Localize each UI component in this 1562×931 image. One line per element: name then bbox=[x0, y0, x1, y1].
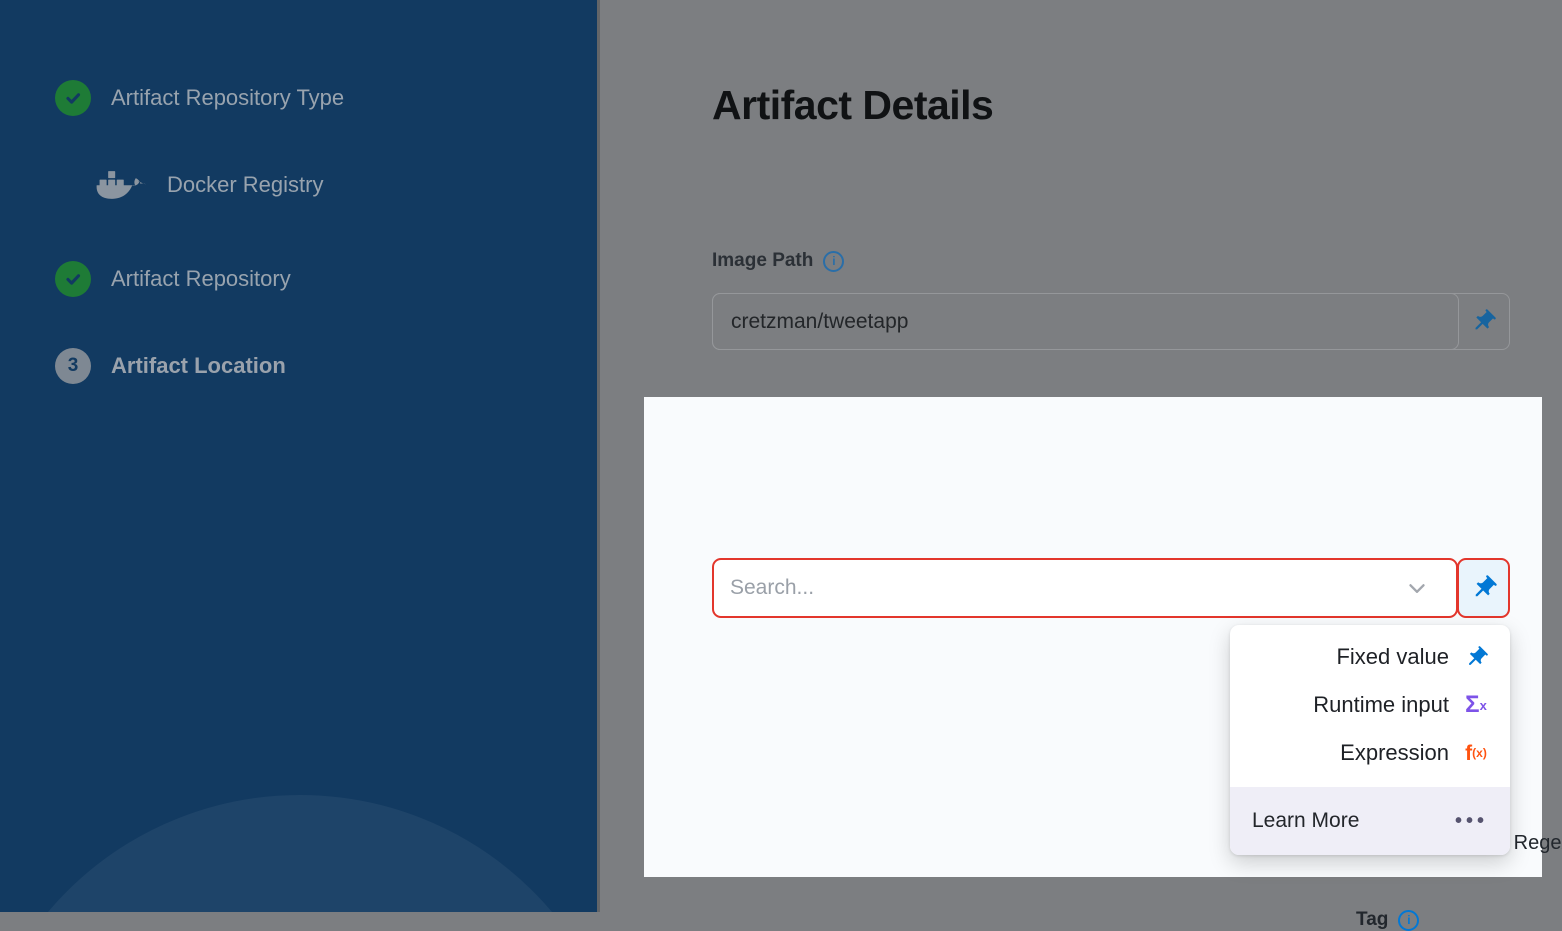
fx-glyph: f bbox=[1465, 743, 1472, 764]
menu-footer: Learn More ••• bbox=[1230, 787, 1510, 855]
image-path-label: Image Path i bbox=[712, 250, 844, 272]
sidebar-substep-docker-registry[interactable]: Docker Registry bbox=[95, 164, 323, 206]
docker-whale-icon bbox=[95, 164, 147, 206]
step-label: Artifact Location bbox=[111, 353, 286, 379]
tag-input-group bbox=[712, 558, 1510, 618]
page-title: Artifact Details bbox=[712, 82, 993, 129]
check-circle-icon bbox=[55, 80, 91, 116]
menu-item-runtime-input[interactable]: Runtime input Σx bbox=[1230, 681, 1510, 729]
menu-items: Fixed value Runtime input Σx Expression … bbox=[1230, 625, 1510, 787]
step-label: Docker Registry bbox=[167, 172, 323, 198]
fx-icon: f(x) bbox=[1462, 743, 1490, 764]
tag-search-input[interactable] bbox=[712, 558, 1458, 618]
sigma-icon: Σx bbox=[1462, 693, 1490, 717]
info-icon[interactable]: i bbox=[823, 251, 844, 272]
pin-icon bbox=[1462, 645, 1490, 670]
chevron-down-icon[interactable] bbox=[1404, 575, 1430, 601]
menu-item-label: Fixed value bbox=[1336, 644, 1449, 670]
wizard-sidebar: Artifact Repository Type Docker Registry… bbox=[0, 0, 597, 912]
pin-icon-button[interactable] bbox=[1457, 558, 1510, 618]
image-path-label-text: Image Path bbox=[712, 250, 813, 272]
info-icon[interactable]: i bbox=[1398, 910, 1419, 931]
pin-icon[interactable] bbox=[1457, 294, 1509, 349]
sidebar-step-artifact-location[interactable]: 3 Artifact Location bbox=[55, 348, 286, 384]
sidebar-divider bbox=[597, 0, 600, 912]
step-label: Artifact Repository Type bbox=[111, 85, 344, 111]
fx-sub: (x) bbox=[1472, 747, 1487, 759]
menu-item-label: Runtime input bbox=[1313, 692, 1449, 718]
menu-item-expression[interactable]: Expression f(x) bbox=[1230, 729, 1510, 777]
more-options-dots-icon[interactable]: ••• bbox=[1455, 810, 1488, 833]
radio-label: Regex bbox=[1514, 832, 1562, 855]
sigma-glyph: Σ bbox=[1465, 693, 1479, 717]
sigma-sup: x bbox=[1480, 699, 1487, 712]
decorative-arc bbox=[0, 795, 597, 912]
learn-more-link[interactable]: Learn More bbox=[1252, 809, 1359, 833]
step-label: Artifact Repository bbox=[111, 266, 291, 292]
value-type-dropdown-menu: Fixed value Runtime input Σx Expression … bbox=[1230, 625, 1510, 855]
sidebar-step-artifact-repository[interactable]: Artifact Repository bbox=[55, 261, 291, 297]
sidebar-step-artifact-repository-type[interactable]: Artifact Repository Type bbox=[55, 80, 344, 116]
check-circle-icon bbox=[55, 261, 91, 297]
tag-label: Tag i bbox=[1356, 909, 1419, 931]
tag-label-text: Tag bbox=[1356, 909, 1388, 931]
menu-item-fixed-value[interactable]: Fixed value bbox=[1230, 633, 1510, 681]
menu-item-label: Expression bbox=[1340, 740, 1449, 766]
step-number-badge: 3 bbox=[55, 348, 91, 384]
image-path-input-group bbox=[712, 293, 1510, 350]
image-path-input[interactable] bbox=[712, 293, 1459, 350]
